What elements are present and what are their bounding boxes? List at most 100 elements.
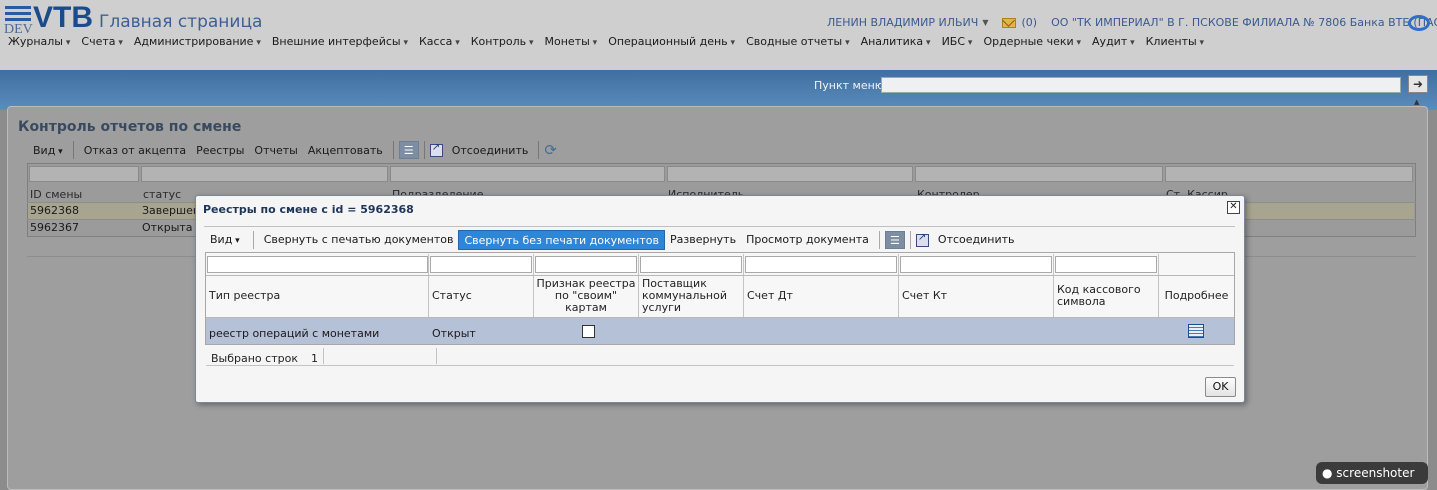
dialog-detach-button[interactable]: Отсоединить (933, 230, 1020, 250)
vtb-logo[interactable]: VTB DEV (3, 1, 98, 37)
panel-title: Контроль отчетов по смене (18, 119, 242, 135)
page-title: Главная страница (99, 12, 263, 32)
user-area: ЛЕНИН ВЛАДИМИР ИЛЬИЧ ▼ (0) ОО "ТК ИМПЕРИ… (827, 16, 1437, 29)
registries-button[interactable]: Реестры (191, 144, 249, 157)
filter-input-credit[interactable] (900, 256, 1052, 273)
main-menu: Журналы Счета Администрирование Внешние … (8, 35, 1215, 48)
filter-icon[interactable]: ☰ (398, 141, 419, 159)
filter-input-controller[interactable] (915, 166, 1163, 182)
detach-icon[interactable] (429, 142, 443, 157)
menu-item-operational-day[interactable]: Операционный день (608, 35, 735, 48)
column-header-registry-type[interactable]: Тип реестра (209, 277, 427, 315)
column-header-own-cards-line2: по "своим" картам (554, 289, 618, 314)
filter-input-own-cards[interactable] (535, 256, 637, 273)
filter-input-shift-id[interactable] (29, 166, 139, 182)
column-header-supplier[interactable]: Поставщик коммунальной услуги (642, 277, 742, 315)
column-header-registry-status[interactable]: Статус (432, 277, 532, 315)
column-header-cash-code[interactable]: Код кассового символа (1057, 277, 1157, 315)
detach-icon[interactable] (915, 232, 929, 247)
screenshoter-watermark: ● screenshoter (1316, 462, 1428, 484)
panel-toolbar: Вид Отказ от акцепта Реестры Отчеты Акце… (28, 140, 557, 160)
filter-input-registry-status[interactable] (430, 256, 532, 273)
cell-status: Открыта (142, 221, 193, 234)
menu-search-label: Пункт меню (814, 79, 885, 92)
menu-item-accounts[interactable]: Счета (81, 35, 123, 48)
detach-button[interactable]: Отсоединить (447, 144, 534, 157)
status-divider (323, 348, 324, 364)
close-icon[interactable]: ✕ (1227, 201, 1240, 214)
toolbar-divider (538, 141, 540, 159)
expand-button[interactable]: Развернуть (665, 230, 741, 250)
menu-item-cash[interactable]: Касса (419, 35, 460, 48)
cell-shift-id: 5962368 (30, 204, 79, 217)
watermark-text: screenshoter (1336, 466, 1415, 480)
arrow-right-icon[interactable]: ➜ (1408, 75, 1428, 93)
cell-registry-type: реестр операций с монетами (209, 327, 380, 340)
toolbar-divider (252, 231, 254, 249)
dialog-toolbar: Вид Свернуть с печатью документов Сверну… (205, 229, 1020, 251)
registries-dialog: Реестры по смене с id = 5962368 ✕ Вид Св… (195, 195, 1245, 403)
own-cards-checkbox[interactable] (582, 325, 595, 338)
menu-item-analytics[interactable]: Аналитика (861, 35, 931, 48)
toolbar-divider (392, 141, 394, 159)
header-divider (206, 275, 1234, 276)
accept-button[interactable]: Акцептовать (303, 144, 388, 157)
ok-button[interactable]: OK (1205, 377, 1236, 397)
collapse-without-print-button[interactable]: Свернуть без печати документов (458, 230, 665, 250)
help-icon[interactable] (1408, 15, 1430, 31)
menu-item-clients[interactable]: Клиенты (1146, 35, 1204, 48)
column-header-shift-id[interactable]: ID смены (30, 188, 82, 201)
menu-item-administration[interactable]: Администрирование (134, 35, 261, 48)
mail-icon[interactable] (1002, 17, 1017, 28)
menu-item-external-interfaces[interactable]: Внешние интерфейсы (272, 35, 408, 48)
menu-search-input[interactable] (881, 77, 1401, 93)
organization-name: ОО "ТК ИМПЕРИАЛ" В Г. ПСКОВЕ ФИЛИАЛА № 7… (1051, 16, 1437, 29)
toolbar-divider (72, 141, 74, 159)
cell-shift-id: 5962367 (30, 221, 79, 234)
column-header-debit[interactable]: Счет Дт (747, 277, 897, 315)
column-header-details[interactable]: Подробнее (1159, 277, 1234, 315)
filter-input-senior-cashier[interactable] (1165, 166, 1413, 182)
details-grid-icon[interactable] (1188, 324, 1204, 338)
mail-count[interactable]: (0) (1021, 16, 1037, 29)
filter-input-department[interactable] (390, 166, 665, 182)
filter-input-supplier[interactable] (640, 256, 742, 273)
filter-input-executor[interactable] (667, 166, 913, 182)
menu-item-order-checks[interactable]: Ордерные чеки (983, 35, 1081, 48)
filter-input-cash-code[interactable] (1055, 256, 1157, 273)
menu-item-audit[interactable]: Аудит (1092, 35, 1135, 48)
status-bar (206, 346, 1234, 366)
menu-item-control[interactable]: Контроль (471, 35, 534, 48)
column-header-supplier-line3: услуги (642, 301, 682, 314)
collapse-with-print-button[interactable]: Свернуть с печатью документов (259, 230, 459, 250)
user-menu[interactable]: ЛЕНИН ВЛАДИМИР ИЛЬИЧ (827, 16, 978, 29)
filter-input-debit[interactable] (745, 256, 897, 273)
toolbar-divider (909, 231, 911, 249)
toolbar-divider (423, 141, 425, 159)
status-divider (436, 348, 437, 364)
cell-registry-status: Открыт (432, 327, 476, 340)
collapse-up-icon[interactable]: ▲ (1414, 98, 1419, 106)
logo-text: VTB (33, 1, 93, 34)
filter-icon[interactable]: ☰ (884, 231, 905, 249)
selected-rows-label: Выбрано строк (211, 352, 298, 365)
dialog-view-menu-button[interactable]: Вид (205, 230, 248, 250)
chevron-down-icon[interactable]: ▼ (982, 18, 988, 27)
filter-input-registry-type[interactable] (207, 256, 428, 273)
view-document-button[interactable]: Просмотр документа (741, 230, 874, 250)
filter-input-status[interactable] (141, 166, 388, 182)
reports-button[interactable]: Отчеты (249, 144, 302, 157)
column-header-own-cards[interactable]: Признак реестра по "своим" картам (534, 277, 638, 315)
column-header-status[interactable]: статус (143, 188, 181, 201)
toolbar-divider (878, 231, 880, 249)
menu-item-coins[interactable]: Монеты (545, 35, 598, 48)
menu-item-ibs[interactable]: ИБС (942, 35, 973, 48)
view-menu-button[interactable]: Вид (28, 144, 68, 157)
column-header-credit[interactable]: Счет Кт (902, 277, 1052, 315)
menu-item-summary-reports[interactable]: Сводные отчеты (746, 35, 850, 48)
menu-item-journals[interactable]: Журналы (8, 35, 70, 48)
column-header-cash-code-line2: символа (1057, 295, 1106, 308)
dialog-divider (204, 226, 1235, 227)
refresh-icon[interactable]: ⟳ (544, 141, 557, 159)
reject-accept-button[interactable]: Отказ от акцепта (79, 144, 191, 157)
